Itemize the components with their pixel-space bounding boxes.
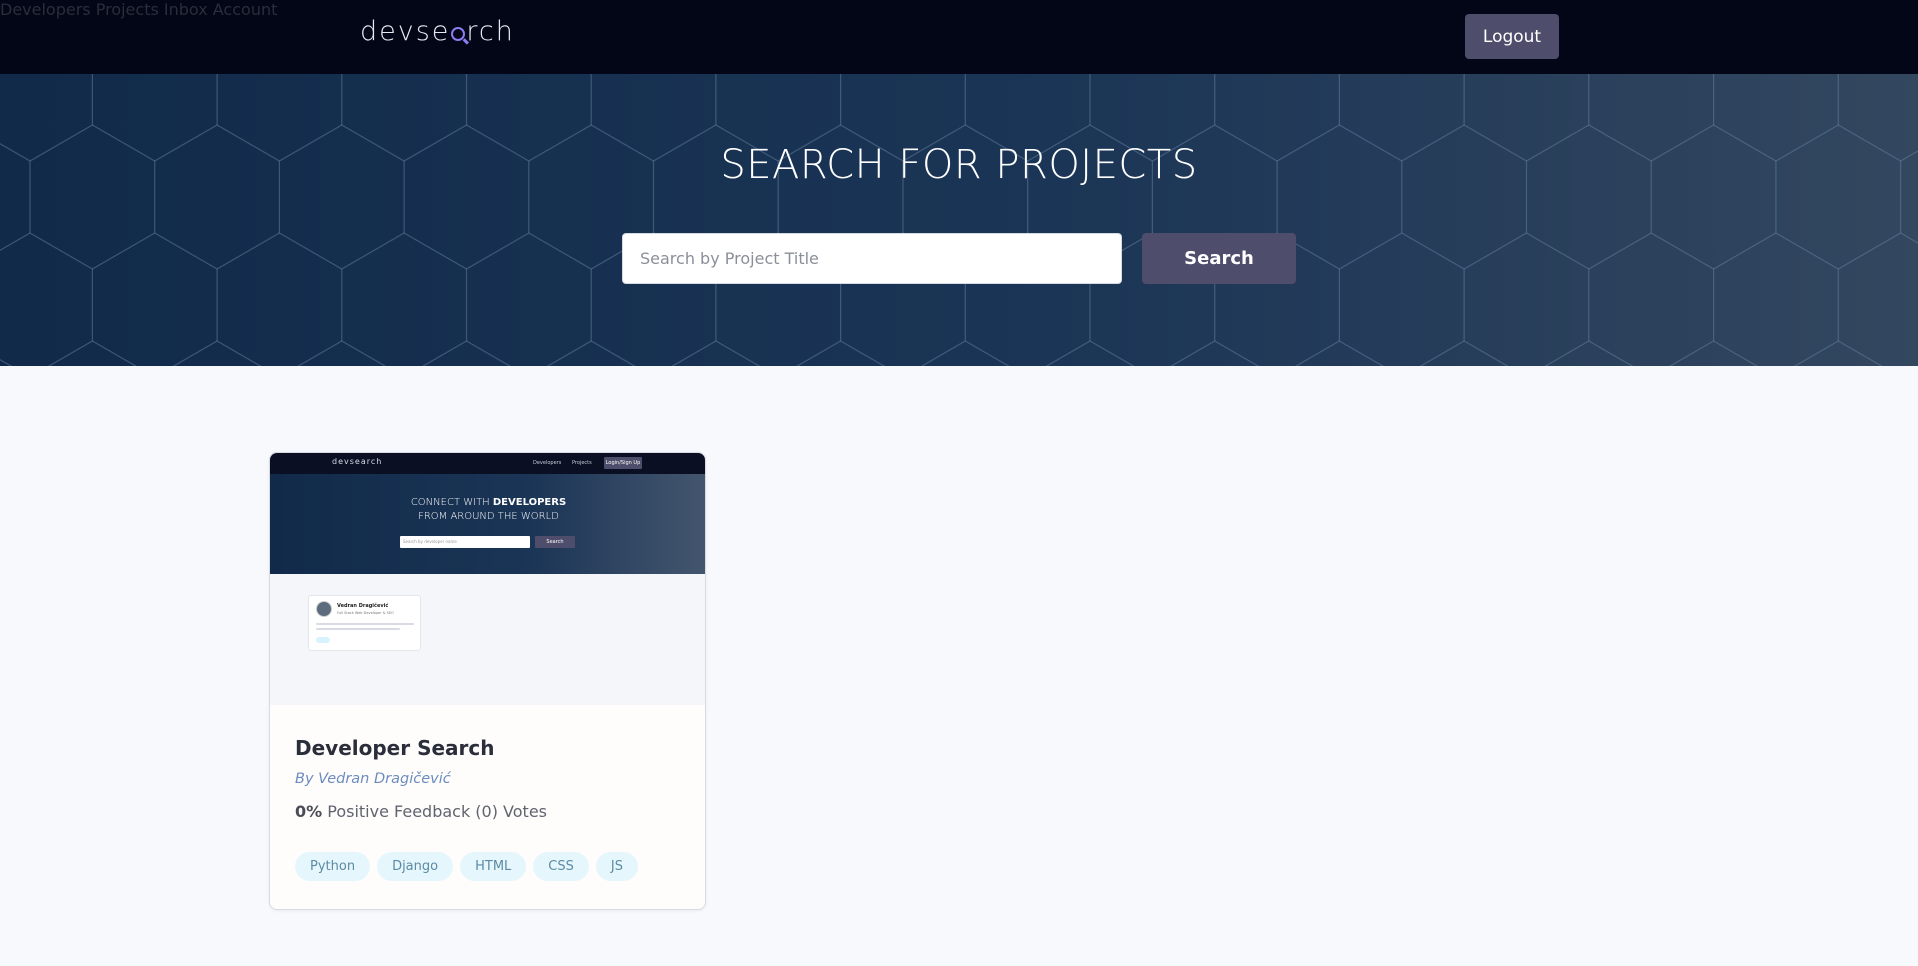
thumbnail-dev-role: Full Stack Web Developer & SEO	[337, 611, 394, 615]
hexagon-shape	[1901, 341, 1918, 366]
thumbnail-login-button: Login/Sign Up	[604, 457, 642, 469]
logo-text-end: rch	[466, 16, 515, 47]
hexagon-shape	[421, 340, 511, 366]
thumbnail-dev-name: Vedran Dragičević	[337, 603, 389, 609]
thumbnail-navbar: devsearch Developers Projects Login/Sign…	[270, 453, 705, 474]
tag-django[interactable]: Django	[377, 852, 454, 881]
tag-js[interactable]: JS	[595, 852, 638, 881]
thumbnail-nav-projects: Projects	[572, 460, 592, 466]
hexagon-shape	[91, 232, 218, 366]
thumbnail-hero-line1: CONNECT WITH	[410, 497, 493, 508]
project-title[interactable]: Developer Search	[295, 736, 495, 760]
logo-text-start: devse	[360, 16, 451, 47]
hexagon-shape	[1045, 340, 1135, 366]
thumbnail-text-line	[316, 623, 414, 625]
nav-link-inbox[interactable]: Inbox	[164, 0, 208, 19]
hexagon-shape	[172, 340, 262, 366]
hexagon-shape	[341, 232, 468, 366]
hero-section: SEARCH FOR PROJECTS Search	[0, 74, 1918, 366]
hexagon-shape	[1793, 340, 1883, 366]
hexagon-shape	[1419, 340, 1509, 366]
hexagon-shape	[1463, 232, 1590, 366]
hexagon-shape	[47, 340, 137, 366]
tag-css[interactable]: CSS	[533, 852, 589, 881]
hexagon-shape	[920, 340, 1010, 366]
hexagon-shape	[1588, 232, 1715, 366]
hexagon-shape	[1837, 232, 1918, 366]
logout-button[interactable]: Logout	[1465, 14, 1559, 59]
thumbnail-nav-developers: Developers	[533, 460, 562, 466]
hexagon-shape	[796, 340, 886, 366]
hexagon-shape	[1294, 340, 1384, 366]
hexagon-shape	[0, 232, 94, 366]
hexagon-shape	[216, 232, 343, 366]
feedback-text: Positive Feedback (0) Votes	[322, 802, 547, 821]
thumbnail-hero-line2: FROM AROUND THE WORLD	[418, 511, 559, 522]
magnifier-icon	[451, 26, 466, 41]
hexagon-shape	[671, 340, 761, 366]
logo[interactable]: devse rch	[360, 16, 515, 47]
hexagon-pattern-background	[0, 74, 1918, 366]
project-author[interactable]: By Vedran Dragičević	[295, 771, 451, 787]
thumbnail-hero: CONNECT WITH DEVELOPERS FROM AROUND THE …	[270, 474, 705, 574]
nav-link-projects[interactable]: Projects	[96, 0, 159, 19]
thumbnail-hero-title: CONNECT WITH DEVELOPERS FROM AROUND THE …	[270, 496, 705, 524]
feedback-percent: 0%	[295, 802, 323, 821]
hexagon-shape	[0, 358, 13, 366]
search-button[interactable]: Search	[1142, 233, 1296, 284]
hexagon-shape	[1712, 232, 1839, 366]
search-input[interactable]	[622, 233, 1122, 284]
thumbnail-text-line	[316, 628, 400, 630]
tag-list: Python Django HTML CSS JS	[295, 852, 638, 881]
page-title: SEARCH FOR PROJECTS	[720, 142, 1198, 188]
hexagon-shape	[297, 340, 387, 366]
top-navbar: devse rch Developers Projects Inbox Accou…	[0, 0, 1918, 74]
nav-link-developers[interactable]: Developers	[0, 0, 91, 19]
tag-html[interactable]: HTML	[460, 852, 527, 881]
tag-python[interactable]: Python	[295, 852, 371, 881]
thumbnail-developer-card: Vedran Dragičević Full Stack Web Develop…	[308, 595, 421, 651]
hexagon-shape	[465, 232, 592, 366]
thumbnail-hero-bold: DEVELOPERS	[492, 497, 567, 508]
nav-link-account[interactable]: Account	[213, 0, 278, 19]
thumbnail-avatar	[316, 601, 332, 617]
project-card[interactable]: devsearch Developers Projects Login/Sign…	[269, 452, 706, 910]
project-thumbnail[interactable]: devsearch Developers Projects Login/Sign…	[270, 453, 705, 705]
hexagon-shape	[1669, 340, 1759, 366]
thumbnail-search-input: Search by developer name	[400, 536, 530, 548]
thumbnail-tag	[316, 637, 330, 643]
hexagon-shape	[1170, 340, 1260, 366]
hexagon-shape	[546, 340, 636, 366]
hexagon-shape	[1544, 340, 1634, 366]
thumbnail-search-button: Search	[535, 536, 575, 548]
project-feedback: 0% Positive Feedback (0) Votes	[295, 802, 547, 821]
hexagon-shape	[1338, 232, 1465, 366]
thumbnail-logo: devsearch	[332, 457, 383, 466]
